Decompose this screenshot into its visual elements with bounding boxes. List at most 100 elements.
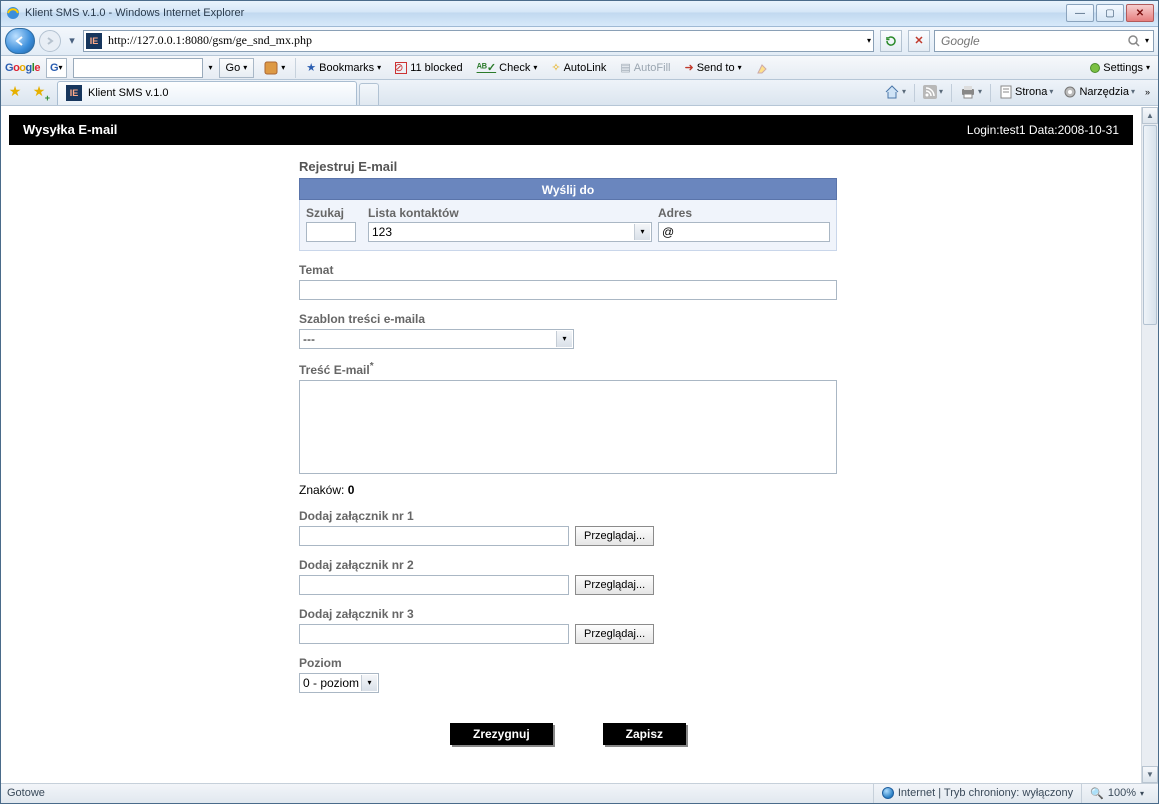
char-count: Znaków: 0	[299, 483, 837, 497]
bookmarks-button[interactable]: ★ Bookmarks▾	[302, 58, 385, 78]
template-select-value: ---	[303, 332, 315, 346]
titlebar: Klient SMS v.1.0 - Windows Internet Expl…	[1, 1, 1158, 27]
stop-button[interactable]: ✕	[908, 30, 930, 52]
tab-title: Klient SMS v.1.0	[88, 87, 169, 99]
tab-active[interactable]: IE Klient SMS v.1.0	[57, 81, 357, 105]
attachment1-input[interactable]	[299, 526, 569, 546]
cancel-button[interactable]: Zrezygnuj	[450, 723, 553, 745]
home-button[interactable]: ▾	[880, 82, 910, 102]
nav-history-dropdown[interactable]: ▾	[65, 28, 79, 54]
google-go-button[interactable]: Go ▾	[219, 58, 255, 78]
search-box[interactable]: ▾	[934, 30, 1154, 52]
level-select-value: 0 - poziom	[303, 676, 359, 690]
add-favorite-icon[interactable]: ★+	[29, 82, 49, 102]
close-button[interactable]: ✕	[1126, 4, 1154, 22]
level-select[interactable]: 0 - poziom ▾	[299, 673, 379, 693]
contacts-select-value: 123	[372, 225, 392, 239]
template-label: Szablon treści e-maila	[299, 312, 837, 326]
login-info: Login:test1 Data:2008-10-31	[967, 123, 1119, 137]
page-menu[interactable]: Strona ▾	[995, 82, 1057, 102]
autolink-button[interactable]: ✧ AutoLink	[547, 58, 610, 78]
status-dot-icon	[1090, 63, 1100, 73]
status-zone: Internet | Tryb chroniony: wyłączony	[873, 784, 1081, 803]
ie-icon	[5, 5, 21, 21]
body-textarea-wrap	[299, 380, 837, 477]
status-bar: Gotowe Internet | Tryb chroniony: wyłącz…	[1, 783, 1158, 803]
contacts-label: Lista kontaktów	[368, 206, 652, 222]
scroll-up-arrow[interactable]: ▲	[1142, 107, 1158, 124]
content-area: Wysyłka E-mail Login:test1 Data:2008-10-…	[1, 106, 1158, 783]
attachment1-label: Dodaj załącznik nr 1	[299, 509, 837, 523]
chevron-expand-icon[interactable]: »	[1141, 82, 1154, 102]
navigation-bar: ▾ IE ▾ ✕ ▾	[1, 27, 1158, 56]
highlight-icon[interactable]	[752, 58, 774, 78]
attachment2-input[interactable]	[299, 575, 569, 595]
tab-strip: ★ ★+ IE Klient SMS v.1.0 ▾ ▾ ▾ Strona ▾ …	[1, 80, 1158, 106]
google-toolbar: Google G▾ ▾ Go ▾ ▾ ★ Bookmarks▾ ⊘ 11 blo…	[1, 56, 1158, 80]
maximize-button[interactable]: ▢	[1096, 4, 1124, 22]
attachment2-browse-button[interactable]: Przeglądaj...	[575, 575, 654, 595]
popup-blocked-button[interactable]: ⊘ 11 blocked	[391, 58, 466, 78]
tab-favicon: IE	[66, 85, 82, 101]
address-bar[interactable]: IE ▾	[83, 30, 874, 52]
scroll-thumb[interactable]	[1143, 125, 1157, 325]
sendto-header: Wyślij do	[299, 178, 837, 200]
contacts-select[interactable]: 123 ▾	[368, 222, 652, 242]
forward-button[interactable]	[39, 30, 61, 52]
browser-window: Klient SMS v.1.0 - Windows Internet Expl…	[0, 0, 1159, 804]
search-label: Szukaj	[306, 206, 362, 222]
template-select[interactable]: --- ▾	[299, 329, 574, 349]
globe-icon	[882, 787, 894, 799]
vertical-scrollbar[interactable]: ▲ ▼	[1141, 107, 1158, 783]
address-input[interactable]	[658, 222, 830, 242]
attachment3-input[interactable]	[299, 624, 569, 644]
attachment3-label: Dodaj załącznik nr 3	[299, 607, 837, 621]
page-header-title: Wysyłka E-mail	[23, 122, 117, 137]
back-button[interactable]	[5, 28, 35, 54]
google-search-input[interactable]	[73, 58, 203, 78]
attachment1-browse-button[interactable]: Przeglądaj...	[575, 526, 654, 546]
scroll-down-arrow[interactable]: ▼	[1142, 766, 1158, 783]
search-contacts-input[interactable]	[306, 222, 356, 242]
address-dropdown-icon[interactable]: ▾	[867, 36, 871, 45]
url-input[interactable]	[106, 32, 863, 49]
status-ready: Gotowe	[7, 787, 45, 799]
chevron-down-icon: ▾	[361, 675, 377, 691]
page-content: Wysyłka E-mail Login:test1 Data:2008-10-…	[1, 107, 1141, 783]
settings-button[interactable]: Settings▾	[1086, 58, 1154, 78]
feeds-button[interactable]: ▾	[919, 82, 947, 102]
level-label: Poziom	[299, 656, 837, 670]
spellcheck-button[interactable]: ᴬᴮ✓ Check ▾	[473, 58, 542, 78]
new-tab-button[interactable]	[359, 83, 379, 105]
subject-label: Temat	[299, 263, 837, 277]
save-button[interactable]: Zapisz	[603, 723, 686, 745]
chevron-down-icon: ▾	[556, 331, 572, 347]
site-favicon: IE	[86, 33, 102, 49]
minimize-button[interactable]: ―	[1066, 4, 1094, 22]
chevron-down-icon: ▾	[634, 224, 650, 240]
search-dropdown-icon[interactable]: ▾	[1145, 36, 1149, 45]
body-label: Treść E-mail*	[299, 361, 837, 377]
sendto-panel: Szukaj Lista kontaktów Adres 123 ▾	[299, 200, 837, 251]
body-textarea[interactable]	[299, 380, 837, 474]
google-search-dropdown[interactable]: ▾	[209, 63, 213, 72]
autofill-button[interactable]: ▤ AutoFill	[616, 58, 674, 78]
tools-menu[interactable]: Narzędzia ▾	[1059, 82, 1139, 102]
register-email-title: Rejestruj E-mail	[299, 159, 837, 174]
search-input[interactable]	[939, 33, 1123, 49]
print-button[interactable]: ▾	[956, 82, 986, 102]
window-title: Klient SMS v.1.0 - Windows Internet Expl…	[25, 7, 244, 19]
favorites-star-icon[interactable]: ★	[5, 82, 25, 102]
address-label: Adres	[658, 206, 830, 222]
search-icon[interactable]	[1127, 34, 1141, 48]
attachment2-label: Dodaj załącznik nr 2	[299, 558, 837, 572]
zoom-control[interactable]: 🔍100% ▾	[1081, 784, 1152, 803]
sendto-button[interactable]: ➜ Send to▾	[680, 58, 745, 78]
google-news-icon[interactable]: ▾	[260, 58, 289, 78]
google-brand-dropdown[interactable]: G▾	[46, 58, 67, 78]
google-logo: Google	[5, 62, 40, 74]
page-header-bar: Wysyłka E-mail Login:test1 Data:2008-10-…	[9, 115, 1133, 145]
attachment3-browse-button[interactable]: Przeglądaj...	[575, 624, 654, 644]
refresh-button[interactable]	[880, 30, 902, 52]
subject-input[interactable]	[299, 280, 837, 300]
